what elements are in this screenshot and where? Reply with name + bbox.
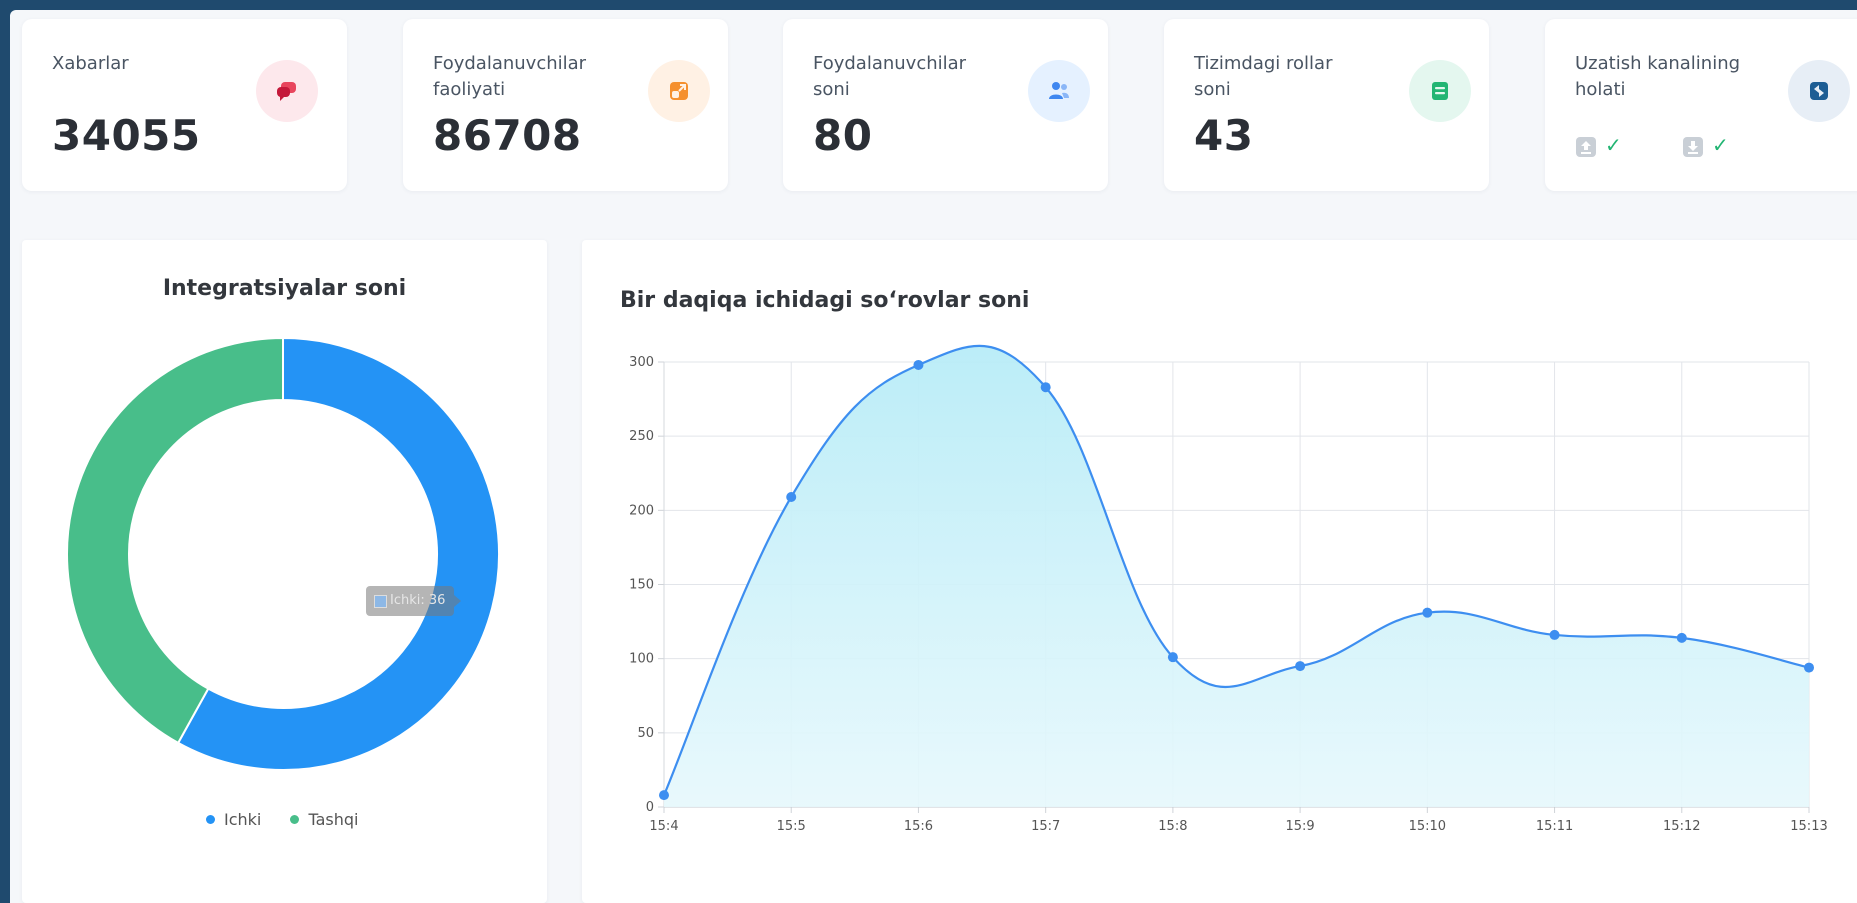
x-tick-label: 15:13 <box>1790 819 1827 834</box>
x-tick-label: 15:9 <box>1286 819 1315 834</box>
x-tick-label: 15:6 <box>904 819 933 834</box>
y-tick-label: 300 <box>629 355 654 370</box>
data-point[interactable] <box>659 790 669 801</box>
y-tick-label: 50 <box>637 726 654 741</box>
area-fill <box>664 345 1809 807</box>
x-tick-label: 15:8 <box>1158 819 1187 834</box>
data-point[interactable] <box>1167 652 1178 663</box>
dashboard: Xabarlar 34055 Foydalanuvchilar faoliyat… <box>10 10 1857 903</box>
y-tick-label: 200 <box>629 503 654 518</box>
x-tick-label: 15:7 <box>1031 819 1060 834</box>
x-tick-label: 15:12 <box>1663 819 1700 834</box>
x-tick-label: 15:11 <box>1536 819 1573 834</box>
y-tick-label: 150 <box>629 578 654 593</box>
data-point[interactable] <box>913 359 924 370</box>
x-tick-label: 15:10 <box>1409 819 1446 834</box>
y-tick-label: 0 <box>646 800 654 815</box>
data-point[interactable] <box>1804 662 1814 673</box>
data-point[interactable] <box>786 491 797 502</box>
data-point[interactable] <box>1549 629 1560 640</box>
line-chart[interactable]: 0 50 100 150 200 250 300 15:4 15:5 15:6 15:7 15:8 15… <box>10 10 1857 903</box>
y-tick-label: 250 <box>629 429 654 444</box>
data-point[interactable] <box>1295 661 1306 672</box>
y-tick-label: 100 <box>629 652 654 667</box>
data-point[interactable] <box>1676 632 1687 643</box>
data-point[interactable] <box>1422 607 1433 618</box>
x-tick-label: 15:4 <box>649 819 678 834</box>
data-point[interactable] <box>1040 382 1051 393</box>
x-tick-label: 15:5 <box>777 819 806 834</box>
